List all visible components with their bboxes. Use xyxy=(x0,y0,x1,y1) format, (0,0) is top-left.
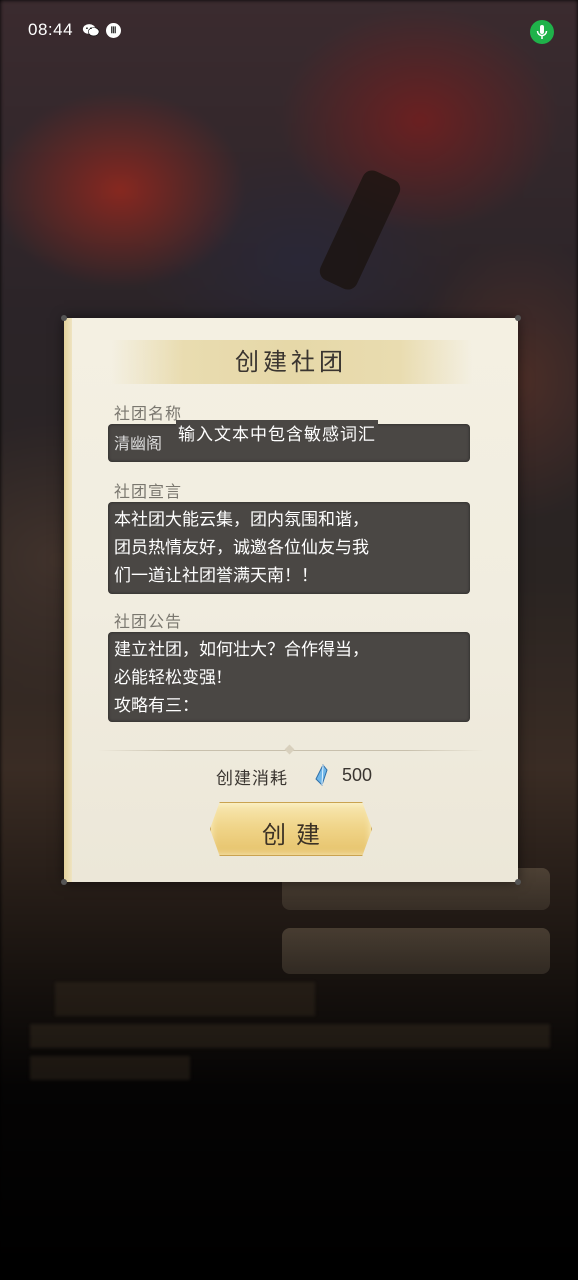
notice-line: 必能轻松变强! xyxy=(114,668,223,688)
gg-icon: Ⅲ xyxy=(106,23,121,38)
declaration-line: 本社团大能云集，团内氛围和谐， xyxy=(114,510,369,530)
create-club-dialog: 创建社团 社团名称 清幽阁 输入文本中包含敏感词汇 社团宣言 本社团大能云集，团… xyxy=(61,315,521,885)
create-button[interactable]: 创建 xyxy=(210,802,372,856)
mic-icon[interactable] xyxy=(530,20,554,44)
dialog-title: 创建社团 xyxy=(235,348,347,376)
declaration-line: 们一道让社团誉满天南！！ xyxy=(114,566,318,586)
notice-line: 攻略有三： xyxy=(114,696,199,716)
club-name-label: 社团名称 xyxy=(114,404,183,423)
club-notice-input[interactable]: 建立社团，如何壮大？合作得当， 必能轻松变强! 攻略有三： xyxy=(108,632,470,722)
declaration-line: 团员热情友好，诚邀各位仙友与我 xyxy=(114,538,369,558)
corner-ornament xyxy=(515,315,521,321)
notice-line: 建立社团，如何壮大？合作得当， xyxy=(114,640,369,660)
spirit-crystal-icon xyxy=(315,764,328,786)
wechat-icon xyxy=(82,24,100,37)
corner-ornament xyxy=(61,879,67,885)
club-name-value: 清幽阁 xyxy=(114,434,163,453)
status-bar: 08:44 Ⅲ xyxy=(0,0,578,60)
club-declaration-label: 社团宣言 xyxy=(114,482,183,501)
background-text-line xyxy=(30,1024,550,1048)
background-text-line xyxy=(30,1056,190,1080)
club-declaration-input[interactable]: 本社团大能云集，团内氛围和谐， 团员热情友好，诚邀各位仙友与我 们一道让社团誉满… xyxy=(108,502,470,594)
corner-ornament xyxy=(61,315,67,321)
corner-ornament xyxy=(515,879,521,885)
club-notice-label: 社团公告 xyxy=(114,612,183,631)
dialog-edge-decoration xyxy=(64,318,72,882)
divider-ornament xyxy=(284,744,295,755)
background-heading xyxy=(55,982,315,1016)
sensitive-word-toast: 输入文本中包含敏感词汇 xyxy=(176,420,378,445)
status-time: 08:44 xyxy=(28,20,74,39)
creation-cost-label: 创建消耗 xyxy=(216,769,288,789)
create-button-label: 创建 xyxy=(262,821,330,849)
background-button-2 xyxy=(282,928,550,974)
creation-cost-value: 500 xyxy=(342,765,373,785)
